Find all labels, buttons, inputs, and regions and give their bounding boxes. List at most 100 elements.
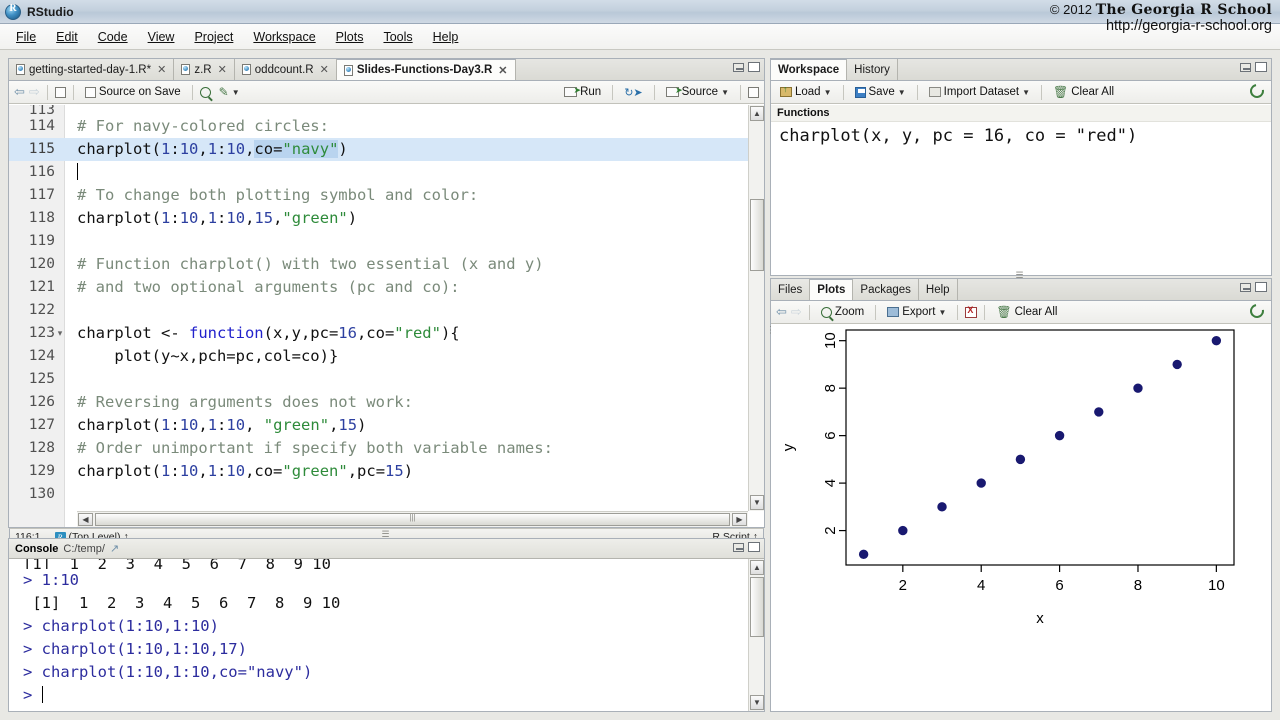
maximize-icon[interactable]: [748, 62, 760, 72]
close-icon[interactable]: ✕: [320, 63, 329, 76]
code-line[interactable]: 124 plot(y~x,pch=pc,col=co)}: [9, 345, 764, 368]
console-body[interactable]: [1] 1 2 3 4 5 6 7 8 9 10 > 1:10 [1] 1 2 3…: [9, 559, 764, 711]
close-icon[interactable]: ✕: [157, 63, 166, 76]
code-token: ): [403, 462, 414, 480]
maximize-icon[interactable]: [1255, 62, 1267, 72]
code-line[interactable]: 122: [9, 299, 764, 322]
code-line[interactable]: 117 # To change both plotting symbol and …: [9, 184, 764, 207]
source-tab-slides-functions-day3[interactable]: Slides-Functions-Day3.R ✕: [336, 59, 516, 80]
maximize-icon[interactable]: [1255, 282, 1267, 292]
zoom-plot-button[interactable]: Zoom: [817, 305, 868, 319]
source-button[interactable]: Source ▼: [662, 85, 733, 99]
code-line[interactable]: 123 ▾ charplot <- function(x,y,pc=16,co="r…: [9, 322, 764, 345]
scrollbar-thumb[interactable]: [750, 199, 764, 271]
tab-plots[interactable]: Plots: [810, 279, 854, 300]
code-line[interactable]: 121 # and two optional arguments (pc and …: [9, 276, 764, 299]
code-line[interactable]: 116: [9, 161, 764, 184]
run-button[interactable]: Run: [560, 85, 605, 99]
minimize-icon[interactable]: [1240, 62, 1251, 72]
scroll-up-icon[interactable]: ▲: [750, 560, 764, 575]
line-number: 125: [28, 371, 55, 387]
fold-toggle-icon[interactable]: ▾: [56, 322, 64, 345]
open-in-window-icon[interactable]: ↗: [110, 542, 119, 555]
back-arrow-icon[interactable]: ⇦: [776, 304, 787, 320]
plot-display-area[interactable]: 2 4 6 8 10 2 4 6 8 10 x y: [771, 325, 1271, 711]
code-line[interactable]: 113: [9, 105, 764, 115]
clear-all-button[interactable]: 🗑 Clear All: [1049, 84, 1118, 100]
refresh-icon[interactable]: [1247, 301, 1267, 321]
refresh-icon[interactable]: [1247, 81, 1267, 101]
scroll-right-icon[interactable]: ▶: [732, 513, 747, 526]
rerun-button[interactable]: ↻➤: [620, 85, 646, 100]
menu-view[interactable]: View: [138, 27, 185, 47]
code-token: :: [217, 462, 227, 480]
editor-vertical-scrollbar[interactable]: ▲ ▼: [748, 105, 764, 511]
scroll-up-icon[interactable]: ▲: [750, 106, 764, 121]
code-line[interactable]: 130: [9, 483, 764, 506]
code-line[interactable]: 114 # For navy-colored circles:: [9, 115, 764, 138]
menu-file[interactable]: File: [6, 27, 46, 47]
magnifier-icon[interactable]: [199, 86, 211, 98]
code-line[interactable]: 129 charplot(1:10,1:10,co="green",pc=15): [9, 460, 764, 483]
source-tab-getting-started[interactable]: getting-started-day-1.R* ✕: [9, 59, 175, 80]
menu-workspace[interactable]: Workspace: [243, 27, 325, 47]
export-plot-button[interactable]: Export ▼: [883, 305, 950, 319]
source-on-save-checkbox[interactable]: Source on Save: [81, 85, 185, 99]
horizontal-splitter-grip[interactable]: ☰: [381, 529, 390, 540]
editor-horizontal-scrollbar[interactable]: ◀ ▶: [77, 511, 748, 527]
code-line[interactable]: 120 # Function charplot() with two essent…: [9, 253, 764, 276]
clear-all-plots-button[interactable]: 🗑 Clear All: [992, 304, 1061, 320]
code-token: :: [217, 140, 227, 158]
scroll-left-icon[interactable]: ◀: [78, 513, 93, 526]
remove-plot-icon[interactable]: [965, 305, 978, 318]
vertical-splitter-grip[interactable]: ⋮: [766, 325, 775, 336]
forward-arrow-icon[interactable]: ⇨: [29, 84, 40, 100]
code-area[interactable]: 113 114 # For navy-colored circles: 115 char…: [9, 105, 764, 527]
code-line[interactable]: 127 charplot(1:10,1:10, "green",15): [9, 414, 764, 437]
code-token: 1: [207, 209, 218, 227]
menu-project[interactable]: Project: [184, 27, 243, 47]
code-line[interactable]: 118 charplot(1:10,1:10,15,"green"): [9, 207, 764, 230]
tab-history[interactable]: History: [847, 59, 898, 80]
scrollbar-thumb[interactable]: [95, 513, 730, 526]
forward-arrow-icon[interactable]: ⇨: [791, 304, 802, 320]
console-vertical-scrollbar[interactable]: ▲ ▼: [748, 559, 764, 711]
minimize-icon[interactable]: [1240, 282, 1251, 292]
menu-plots[interactable]: Plots: [326, 27, 374, 47]
scroll-down-icon[interactable]: ▼: [750, 695, 764, 710]
code-tools-button[interactable]: ✎ ▼: [215, 84, 244, 100]
code-line[interactable]: 115 charplot(1:10,1:10,co="navy"): [9, 138, 764, 161]
code-tools-icon: ✎: [218, 85, 229, 99]
line-number: 128: [28, 440, 55, 456]
source-tab-label: getting-started-day-1.R*: [29, 63, 152, 76]
scrollbar-thumb[interactable]: [750, 577, 764, 637]
tab-packages[interactable]: Packages: [853, 279, 919, 300]
menu-help[interactable]: Help: [423, 27, 469, 47]
save-icon[interactable]: [54, 86, 66, 98]
menu-code[interactable]: Code: [88, 27, 138, 47]
source-tab-z[interactable]: z.R ✕: [174, 59, 235, 80]
import-dataset-button[interactable]: Import Dataset ▼: [925, 85, 1034, 99]
code-line[interactable]: 126 # Reversing arguments does not work:: [9, 391, 764, 414]
workspace-function-entry[interactable]: charplot(x, y, pc = 16, co = "red"): [771, 122, 1271, 150]
scroll-down-icon[interactable]: ▼: [750, 495, 764, 510]
menu-tools[interactable]: Tools: [373, 27, 422, 47]
tab-workspace[interactable]: Workspace: [771, 59, 848, 80]
document-outline-icon[interactable]: [748, 86, 759, 98]
close-icon[interactable]: ✕: [498, 64, 507, 77]
right-splitter-grip[interactable]: ☰: [1015, 270, 1024, 281]
menu-edit[interactable]: Edit: [46, 27, 88, 47]
source-tab-oddcount[interactable]: oddcount.R ✕: [234, 59, 337, 80]
load-workspace-button[interactable]: Load ▼: [776, 84, 836, 99]
maximize-icon[interactable]: [748, 542, 760, 552]
close-icon[interactable]: ✕: [218, 63, 227, 76]
minimize-icon[interactable]: [733, 62, 744, 72]
save-workspace-button[interactable]: Save ▼: [851, 85, 910, 99]
tab-files[interactable]: Files: [771, 279, 811, 300]
code-line[interactable]: 128 # Order unimportant if specify both v…: [9, 437, 764, 460]
tab-help[interactable]: Help: [918, 279, 958, 300]
back-arrow-icon[interactable]: ⇦: [14, 84, 25, 100]
minimize-icon[interactable]: [733, 542, 744, 552]
code-line[interactable]: 125: [9, 368, 764, 391]
code-line[interactable]: 119: [9, 230, 764, 253]
